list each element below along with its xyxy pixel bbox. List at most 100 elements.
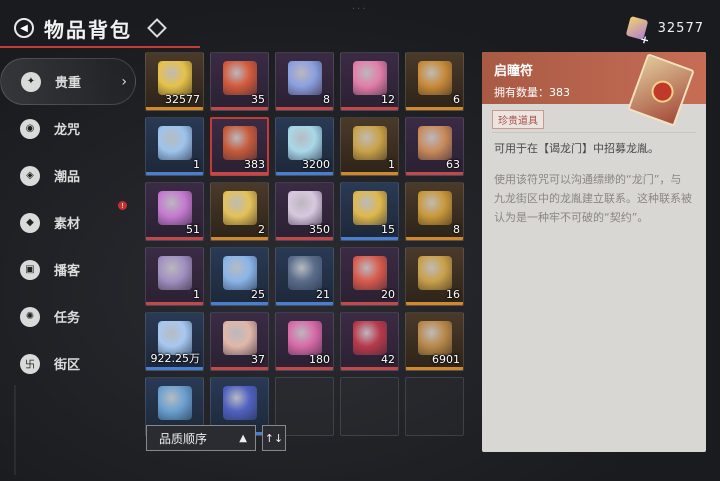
- item-icon: [158, 126, 192, 160]
- currency-display[interactable]: 32577: [625, 16, 704, 40]
- inventory-slot[interactable]: 21: [275, 247, 334, 306]
- empty-slot[interactable]: [405, 377, 464, 436]
- sort-order-icon[interactable]: ↑↓: [262, 425, 286, 451]
- inventory-slot[interactable]: 180: [275, 312, 334, 371]
- sidebar-item-label: 任务: [54, 311, 81, 326]
- chevron-right-icon: ›: [121, 73, 127, 90]
- inventory-slot[interactable]: 6901: [405, 312, 464, 371]
- alert-badge: !: [118, 201, 127, 210]
- item-count: 20: [381, 288, 395, 301]
- inventory-slot[interactable]: 25: [210, 247, 269, 306]
- item-count: 12: [381, 93, 395, 106]
- rarity-bar: [341, 237, 398, 240]
- rarity-bar: [211, 172, 268, 175]
- inventory-slot[interactable]: 6: [405, 52, 464, 111]
- sort-label: 品质顺序: [159, 431, 208, 446]
- item-icon: [418, 191, 452, 225]
- item-icon: [223, 191, 257, 225]
- divider: [492, 132, 696, 133]
- item-icon: [223, 386, 257, 420]
- item-icon: [288, 126, 322, 160]
- rarity-bar: [146, 367, 203, 370]
- item-count: 6: [453, 93, 460, 106]
- item-count: 1: [193, 288, 200, 301]
- rarity-bar: [276, 302, 333, 305]
- inventory-slot[interactable]: 1: [145, 117, 204, 176]
- rarity-bar: [146, 302, 203, 305]
- crystal-currency-icon: [625, 16, 648, 40]
- rarity-bar: [406, 172, 463, 175]
- empty-slot[interactable]: [340, 377, 399, 436]
- back-icon[interactable]: ◀: [14, 18, 34, 38]
- inventory-slot[interactable]: 51: [145, 182, 204, 241]
- inventory-slot[interactable]: 8: [275, 52, 334, 111]
- inventory-slot[interactable]: 15: [340, 182, 399, 241]
- inventory-slot[interactable]: 2: [210, 182, 269, 241]
- rarity-bar: [276, 172, 333, 175]
- inventory-slot[interactable]: 8: [405, 182, 464, 241]
- item-count: 15: [381, 223, 395, 236]
- header: ◀ 物品背包: [0, 10, 200, 46]
- sidebar-item-dragon-curse[interactable]: ◉ 龙咒: [0, 105, 140, 152]
- sidebar-item-fashion[interactable]: ◈ 潮品: [0, 152, 140, 199]
- inventory-slot[interactable]: 922.25万: [145, 312, 204, 371]
- sidebar-item-materials[interactable]: ◆ 素材 !: [0, 199, 140, 246]
- sidebar-item-precious[interactable]: ✦ 贵重 ›: [0, 58, 136, 105]
- item-count: 8: [323, 93, 330, 106]
- inventory-slot[interactable]: 42: [340, 312, 399, 371]
- sort-dropdown[interactable]: 品质顺序 ▲: [146, 425, 256, 451]
- rarity-bar: [146, 172, 203, 175]
- item-count: 6901: [432, 353, 460, 366]
- sidebar-item-label: 潮品: [54, 170, 81, 185]
- item-lore: 使用该符咒可以沟通缥缈的“龙门”，与九龙街区中的龙胤建立联系。这种联系被认为是一…: [494, 173, 692, 224]
- inventory-slot[interactable]: 1: [340, 117, 399, 176]
- sidebar-item-label: 街区: [54, 358, 81, 373]
- inventory-slot[interactable]: 12: [340, 52, 399, 111]
- triangle-up-icon: ▲: [239, 432, 247, 444]
- inventory-slot[interactable]: 35: [210, 52, 269, 111]
- podcast-icon: ▣: [20, 259, 40, 280]
- rarity-tag: 珍贵道具: [492, 110, 544, 129]
- item-count: 32577: [165, 93, 200, 106]
- item-icon: [158, 256, 192, 290]
- item-icon: [353, 256, 387, 290]
- inventory-slot[interactable]: 20: [340, 247, 399, 306]
- item-icon: [418, 61, 452, 95]
- sidebar-item-podcast[interactable]: ▣ 播客: [0, 246, 140, 293]
- sidebar-item-quests[interactable]: ✺ 任务: [0, 293, 140, 340]
- sidebar-item-district[interactable]: 卐 街区: [0, 340, 140, 387]
- item-icon: [353, 321, 387, 355]
- inventory-grid: 32577 35 8 12 6 1 383 3200 1 63 51 2 350 15 8 1 25 21 20 16…: [145, 52, 470, 436]
- item-icon: [288, 256, 322, 290]
- material-icon: ◆: [20, 212, 40, 233]
- item-count: 63: [446, 158, 460, 171]
- inventory-slot[interactable]: 32577: [145, 52, 204, 111]
- fashion-icon: ◈: [20, 165, 40, 186]
- item-count: 21: [316, 288, 330, 301]
- rarity-bar: [146, 237, 203, 240]
- rarity-bar: [406, 367, 463, 370]
- sidebar-item-label: 素材: [54, 217, 81, 232]
- rarity-bar: [406, 107, 463, 110]
- sidebar: ✦ 贵重 › ◉ 龙咒 ◈ 潮品 ◆ 素材 ! ▣ 播客 ✺ 任务 卐 街区: [0, 58, 140, 387]
- inventory-slot[interactable]: 16: [405, 247, 464, 306]
- inventory-slot[interactable]: 350: [275, 182, 334, 241]
- rarity-bar: [406, 302, 463, 305]
- inventory-slot[interactable]: 383: [210, 117, 269, 176]
- item-count: 350: [309, 223, 330, 236]
- item-count: 2: [258, 223, 265, 236]
- item-icon: [288, 61, 322, 95]
- sidebar-item-label: 贵重: [55, 76, 82, 91]
- rarity-bar: [341, 302, 398, 305]
- item-icon: [353, 191, 387, 225]
- inventory-slot[interactable]: 63: [405, 117, 464, 176]
- inventory-slot[interactable]: 37: [210, 312, 269, 371]
- item-icon: [353, 61, 387, 95]
- inventory-slot[interactable]: 1: [145, 247, 204, 306]
- inventory-slot[interactable]: 3200: [275, 117, 334, 176]
- item-icon: [288, 191, 322, 225]
- gem-icon: ✦: [21, 71, 41, 92]
- rarity-bar: [341, 107, 398, 110]
- item-icon: [418, 256, 452, 290]
- district-icon: 卐: [20, 353, 40, 374]
